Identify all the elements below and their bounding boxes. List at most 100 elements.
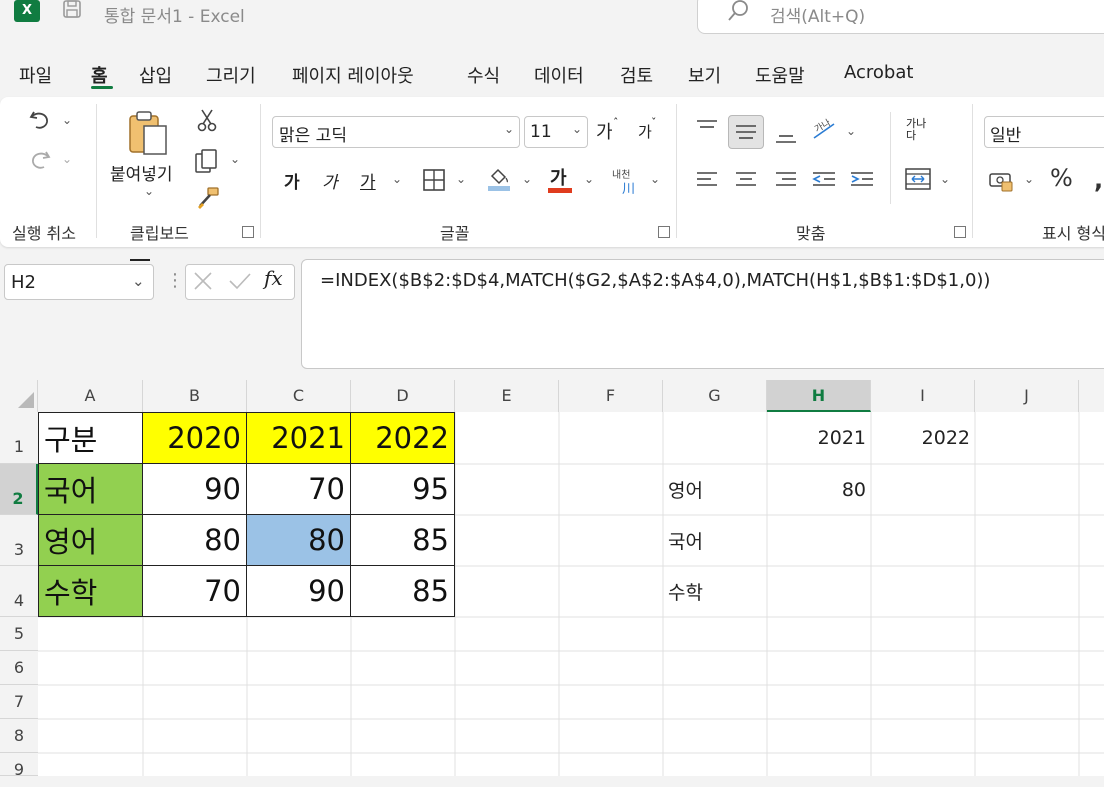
clipboard-launcher-icon[interactable] [242,226,254,238]
cell-a4[interactable]: 수학 [38,566,143,617]
paste-button[interactable]: 붙여넣기 [110,160,173,185]
column-header-i[interactable]: I [871,380,975,412]
increase-indent-icon[interactable] [850,170,874,194]
borders-icon[interactable] [422,168,446,196]
align-bottom-icon[interactable] [775,126,797,150]
tab-page-layout[interactable]: 페이지 레이아웃 [292,62,414,88]
cell-b1[interactable]: 2020 [143,412,247,464]
tab-help[interactable]: 도움말 [755,62,805,88]
cell-c2[interactable]: 70 [247,464,351,515]
align-right-icon[interactable] [775,170,797,194]
row-header-9[interactable]: 9 [0,753,38,779]
cell-d2[interactable]: 95 [351,464,455,515]
orientation-dropdown-icon[interactable]: ⌄ [846,124,856,138]
cell-g4[interactable]: 수학 [663,566,767,617]
grow-font-button[interactable]: 가 [596,118,613,144]
underline-dropdown-icon[interactable]: ⌄ [392,172,402,186]
accounting-format-icon[interactable] [988,170,1014,196]
undo-dropdown-icon[interactable]: ⌄ [62,113,72,127]
row-header-6[interactable]: 6 [0,651,38,685]
formula-bar-handle-icon[interactable]: ⋮ [166,270,184,291]
font-color-button[interactable]: 가 [550,164,567,190]
undo-icon[interactable] [28,108,52,137]
column-header-d[interactable]: D [351,380,455,412]
format-painter-icon[interactable] [196,186,220,215]
align-center-icon[interactable] [735,170,757,194]
tab-acrobat[interactable]: Acrobat [844,62,913,83]
merge-dropdown-icon[interactable]: ⌄ [940,172,950,186]
tab-data[interactable]: 데이터 [534,62,584,88]
cell-b3[interactable]: 80 [143,515,247,566]
redo-dropdown-icon[interactable]: ⌄ [62,152,72,166]
redo-icon[interactable] [28,148,52,177]
align-left-icon[interactable] [696,170,718,194]
column-header-h[interactable]: H [767,380,871,412]
cell-b2[interactable]: 90 [143,464,247,515]
decrease-indent-icon[interactable] [812,170,836,194]
cell-h2[interactable]: 80 [767,464,871,515]
select-all-button[interactable] [0,380,38,412]
column-header-f[interactable]: F [559,380,663,412]
align-middle-button[interactable] [728,115,764,149]
cell-d3[interactable]: 85 [351,515,455,566]
paste-dropdown-icon[interactable]: ⌄ [144,184,154,198]
cell-a1[interactable]: 구분 [38,412,143,464]
fill-color-icon[interactable] [486,166,512,196]
cell-d4[interactable]: 85 [351,566,455,617]
column-header-a[interactable]: A [38,380,143,412]
font-name-dropdown-icon[interactable]: ⌄ [504,122,514,136]
font-size-dropdown-icon[interactable]: ⌄ [572,122,582,136]
column-header-c[interactable]: C [247,380,351,412]
fill-color-dropdown-icon[interactable]: ⌄ [522,172,532,186]
tab-view[interactable]: 보기 [688,62,721,88]
save-icon[interactable] [62,0,82,20]
row-header-8[interactable]: 8 [0,719,38,753]
cancel-icon[interactable] [192,270,214,296]
cell-a2[interactable]: 국어 [38,464,143,515]
italic-button[interactable]: 가 [322,168,338,193]
underline-button[interactable]: 가 [360,168,376,193]
tab-review[interactable]: 검토 [620,62,653,88]
column-header-k[interactable] [1079,380,1104,412]
row-header-4[interactable]: 4 [0,566,38,617]
row-header-7[interactable]: 7 [0,685,38,719]
tab-file[interactable]: 파일 [19,62,52,88]
merge-center-icon[interactable] [904,166,932,196]
wrap-text-button[interactable]: 가나다 [906,118,932,142]
cell-g2[interactable]: 영어 [663,464,767,515]
tab-draw[interactable]: 그리기 [206,62,256,88]
align-top-icon[interactable] [696,118,718,142]
column-header-e[interactable]: E [455,380,559,412]
cell-i1[interactable]: 2022 [871,412,975,464]
cell-d1[interactable]: 2022 [351,412,455,464]
search-input[interactable]: 검색(Alt+Q) [770,2,865,27]
name-box-dropdown-icon[interactable]: ⌄ [132,272,145,290]
cell-h1[interactable]: 2021 [767,412,871,464]
column-header-j[interactable]: J [975,380,1079,412]
font-launcher-icon[interactable] [658,226,670,238]
cell-c1[interactable]: 2021 [247,412,351,464]
cell-b4[interactable]: 70 [143,566,247,617]
tab-insert[interactable]: 삽입 [139,62,172,88]
row-header-1[interactable]: 1 [0,412,38,464]
column-header-g[interactable]: G [663,380,767,412]
borders-dropdown-icon[interactable]: ⌄ [456,172,466,186]
phonetic-dropdown-icon[interactable]: ⌄ [650,172,660,186]
accounting-dropdown-icon[interactable]: ⌄ [1024,172,1034,186]
percent-button[interactable]: % [1050,164,1073,192]
alignment-launcher-icon[interactable] [954,226,966,238]
cell-g3[interactable]: 국어 [663,515,767,566]
cut-icon[interactable] [196,108,218,137]
cell-a3[interactable]: 영어 [38,515,143,566]
row-header-5[interactable]: 5 [0,617,38,651]
row-header-3[interactable]: 3 [0,515,38,566]
comma-style-icon[interactable]: , [1094,166,1103,194]
bold-button[interactable]: 가 [284,168,300,193]
row-header-2[interactable]: 2 [0,464,38,515]
enter-icon[interactable] [228,270,252,296]
cell-c4[interactable]: 90 [247,566,351,617]
orientation-icon[interactable]: 가나 [810,116,838,146]
font-color-dropdown-icon[interactable]: ⌄ [584,172,594,186]
column-header-b[interactable]: B [143,380,247,412]
shrink-font-button[interactable]: 가 [638,121,652,142]
